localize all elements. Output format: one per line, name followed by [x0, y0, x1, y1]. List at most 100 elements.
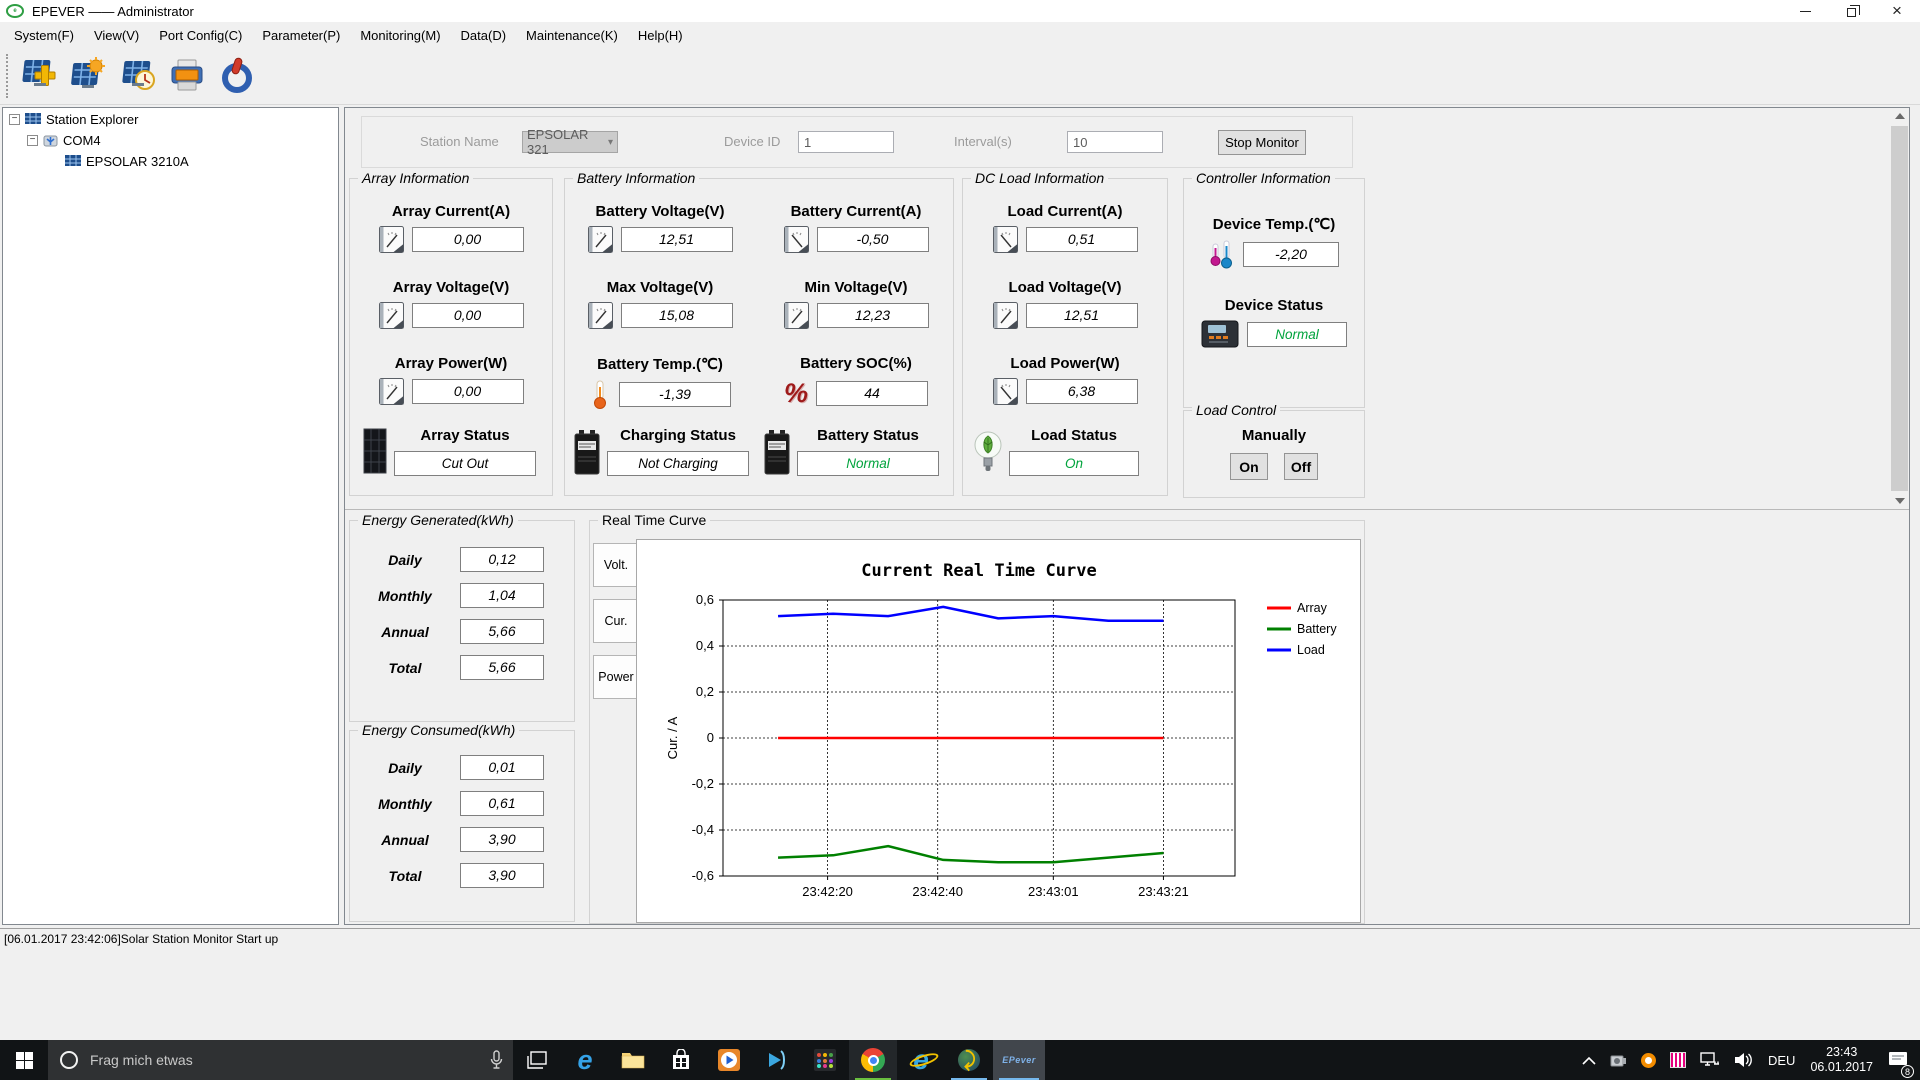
- taskbar-search-input[interactable]: Frag mich etwas: [48, 1040, 513, 1080]
- scroll-down-icon[interactable]: [1895, 498, 1905, 504]
- menu-help[interactable]: Help(H): [628, 24, 693, 47]
- tree-item-epsolar-3210a[interactable]: EPSOLAR 3210A: [3, 152, 338, 171]
- tree-item-label[interactable]: Station Explorer: [46, 112, 139, 127]
- taskbar-app-solar-monitor-globe[interactable]: ⤸: [945, 1040, 993, 1080]
- station-name-label: Station Name: [420, 134, 499, 149]
- svg-text:0,6: 0,6: [696, 592, 714, 607]
- battery-icon: [573, 429, 601, 475]
- collapse-icon[interactable]: −: [27, 135, 38, 146]
- dc-load-information-group: DC Load Information Load Current(A) 0,51…: [962, 170, 1168, 496]
- taskbar-app-films-tv[interactable]: [753, 1040, 801, 1080]
- power-button[interactable]: [215, 54, 259, 98]
- restore-button[interactable]: [1828, 0, 1874, 22]
- network-status[interactable]: [1693, 1040, 1727, 1080]
- tab-volt[interactable]: Volt.: [593, 543, 639, 587]
- svg-text:0: 0: [707, 730, 714, 745]
- tab-cur[interactable]: Cur.: [593, 599, 639, 643]
- taskbar-app-store[interactable]: [657, 1040, 705, 1080]
- close-button[interactable]: ×: [1874, 0, 1920, 22]
- tray-app-icon-3[interactable]: [1663, 1040, 1693, 1080]
- menu-monitoring[interactable]: Monitoring(M): [350, 24, 450, 47]
- scrollbar-vertical[interactable]: [1891, 109, 1908, 508]
- light-bulb-icon: [973, 430, 1003, 474]
- svg-text:-0,2: -0,2: [692, 776, 714, 791]
- energy-gen-annual-label: Annual: [381, 623, 429, 640]
- menu-data[interactable]: Data(D): [451, 24, 517, 47]
- tray-app-icon-1[interactable]: [1603, 1040, 1634, 1080]
- stop-monitor-button[interactable]: Stop Monitor: [1218, 130, 1306, 155]
- menu-port-config[interactable]: Port Config(C): [149, 24, 252, 47]
- print-icon: [171, 59, 203, 91]
- tray-app-icon-2[interactable]: [1634, 1040, 1663, 1080]
- manually-label: Manually: [1241, 427, 1307, 444]
- action-center-button[interactable]: 8: [1881, 1040, 1920, 1080]
- energy-gen-total-label: Total: [388, 659, 422, 676]
- print-button[interactable]: [165, 54, 209, 98]
- svg-text:23:42:40: 23:42:40: [912, 884, 963, 899]
- svg-text:0,2: 0,2: [696, 684, 714, 699]
- toolbar-drag-handle[interactable]: [6, 54, 9, 98]
- load-power-label: Load Power(W): [1010, 355, 1120, 372]
- gauge-icon: [587, 302, 613, 329]
- tree-item-label[interactable]: COM4: [63, 133, 101, 148]
- thermometer-icon: [589, 379, 611, 409]
- energy-gen-monthly-label: Monthly: [378, 587, 432, 604]
- station-monitor-button[interactable]: [65, 54, 109, 98]
- min-voltage-label: Min Voltage(V): [804, 279, 908, 296]
- log-entry: [06.01.2017 23:42:06]Solar Station Monit…: [4, 932, 279, 946]
- taskbar-app-file-explorer[interactable]: [609, 1040, 657, 1080]
- battery-current-value: -0,50: [816, 227, 929, 252]
- tree-item-label[interactable]: EPSOLAR 3210A: [86, 154, 189, 169]
- start-button[interactable]: [0, 1040, 48, 1080]
- films-tv-icon: [769, 1050, 785, 1070]
- taskbar-app-media-player[interactable]: [705, 1040, 753, 1080]
- menu-maintenance[interactable]: Maintenance(K): [516, 24, 628, 47]
- load-on-button[interactable]: On: [1230, 453, 1268, 480]
- interval-input[interactable]: 10: [1067, 131, 1163, 153]
- window-title: EPEVER —— Administrator: [32, 3, 194, 19]
- clock-date: 06.01.2017: [1810, 1060, 1873, 1074]
- collapse-icon[interactable]: −: [9, 114, 20, 125]
- tray-chevron-up[interactable]: [1575, 1040, 1603, 1080]
- taskbar-app-internet-explorer[interactable]: e: [897, 1040, 945, 1080]
- app-grid-icon: [814, 1049, 836, 1071]
- camera-app-icon: [1610, 1055, 1626, 1066]
- menu-system[interactable]: System(F): [4, 24, 84, 47]
- menu-parameter[interactable]: Parameter(P): [252, 24, 350, 47]
- tab-power[interactable]: Power: [593, 655, 639, 699]
- minimize-button[interactable]: [1782, 0, 1828, 22]
- interval-value: 10: [1073, 134, 1088, 150]
- station-name-select[interactable]: EPSOLAR 321 ▾: [522, 127, 618, 157]
- taskbar-app-epever-monitor-active[interactable]: EPever: [993, 1040, 1045, 1080]
- language-indicator[interactable]: DEU: [1761, 1040, 1802, 1080]
- energy-gen-daily-label: Daily: [388, 551, 422, 568]
- tree-item-station-explorer[interactable]: − Station Explorer: [3, 110, 338, 129]
- taskbar-app-chrome[interactable]: [849, 1040, 897, 1080]
- scrollbar-thumb[interactable]: [1891, 126, 1908, 491]
- tree-item-com4[interactable]: − COM4: [3, 131, 338, 150]
- data-history-button[interactable]: [115, 54, 159, 98]
- microphone-icon[interactable]: [490, 1050, 503, 1070]
- max-voltage-label: Max Voltage(V): [606, 279, 714, 296]
- taskbar-app-edge[interactable]: e: [561, 1040, 609, 1080]
- array-status-label: Array Status: [420, 427, 510, 444]
- energy-con-monthly-label: Monthly: [378, 795, 432, 812]
- load-control-group: Load Control Manually On Off: [1183, 402, 1365, 498]
- realtime-values-panel: Station Name EPSOLAR 321 ▾ Device ID 1 I…: [345, 108, 1909, 510]
- taskbar-app-launcher-grid[interactable]: [801, 1040, 849, 1080]
- energy-gen-annual-value: 5,66: [460, 619, 544, 644]
- load-off-button[interactable]: Off: [1284, 453, 1318, 480]
- svg-text:Cur. / A: Cur. / A: [665, 716, 680, 759]
- clock[interactable]: 23:43 06.01.2017: [1802, 1045, 1881, 1075]
- energy-con-monthly-value: 0,61: [460, 791, 544, 816]
- add-station-button[interactable]: [15, 54, 59, 98]
- device-temp-label: Device Temp.(℃): [1212, 216, 1336, 233]
- volume-control[interactable]: [1727, 1040, 1761, 1080]
- battery-voltage-label: Battery Voltage(V): [595, 203, 725, 220]
- task-view-button[interactable]: [513, 1040, 561, 1080]
- device-id-input[interactable]: 1: [798, 131, 894, 153]
- load-status-label: Load Status: [1031, 427, 1117, 444]
- scroll-up-icon[interactable]: [1895, 113, 1905, 119]
- menu-view[interactable]: View(V): [84, 24, 149, 47]
- battery-current-label: Battery Current(A): [790, 203, 922, 220]
